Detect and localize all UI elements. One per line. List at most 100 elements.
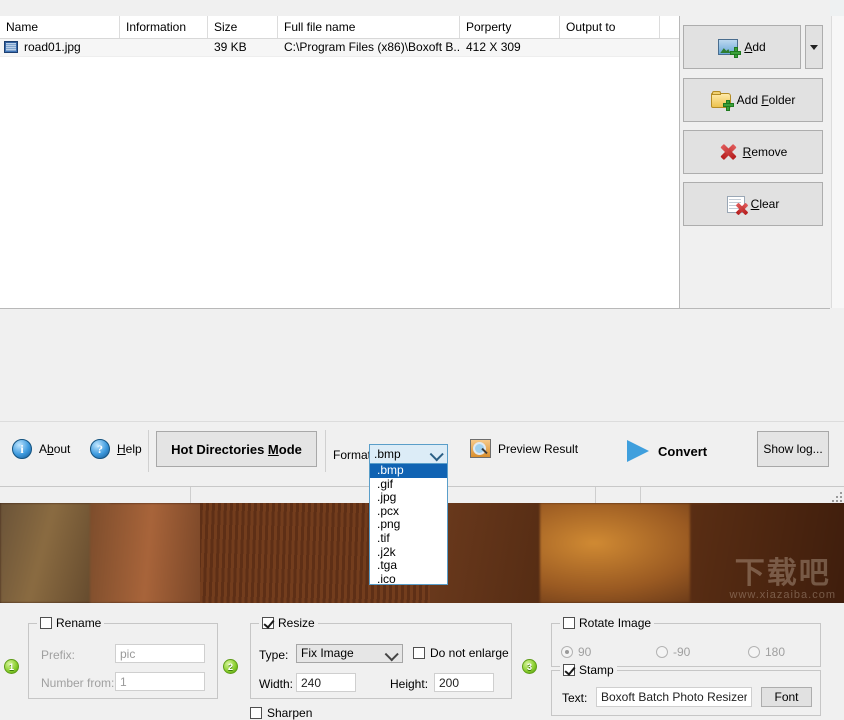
remove-x-icon	[719, 144, 737, 160]
stamp-checkbox[interactable]	[563, 664, 575, 676]
add-folder-button[interactable]: Add Folder	[683, 78, 823, 122]
watermark: 下载吧 www.xiazaiba.com	[730, 556, 836, 602]
resize-type-label: Type:	[259, 648, 289, 662]
number-from-input[interactable]	[115, 672, 205, 691]
format-option-gif[interactable]: .gif	[370, 477, 447, 492]
rotate-group-legend[interactable]: Rotate Image	[560, 615, 655, 631]
format-option-bmp[interactable]: .bmp	[370, 463, 447, 478]
column-header-size[interactable]: Size	[208, 16, 278, 38]
sharpen-option[interactable]: Sharpen	[250, 706, 312, 720]
show-log-button[interactable]: Show log...	[757, 431, 829, 467]
table-row[interactable]: road01.jpg 39 KB C:\Program Files (x86)\…	[0, 39, 679, 57]
stamp-label: Stamp	[579, 663, 614, 677]
resize-checkbox[interactable]	[262, 617, 274, 629]
do-not-enlarge-option[interactable]: Do not enlarge	[413, 646, 509, 660]
cell-information	[120, 39, 208, 56]
window-scrollbar-vertical[interactable]	[831, 16, 844, 308]
do-not-enlarge-checkbox[interactable]	[413, 647, 425, 659]
stamp-group-legend[interactable]: Stamp	[560, 662, 617, 678]
add-folder-button-label: Add Folder	[736, 93, 796, 107]
rotate-180-label: 180	[765, 645, 786, 659]
add-image-icon	[718, 39, 742, 58]
about-button[interactable]: i About	[12, 439, 70, 459]
format-option-tga[interactable]: .tga	[370, 559, 447, 573]
format-option-jpg[interactable]: .jpg	[370, 491, 447, 505]
rotate-90-radio[interactable]	[561, 646, 573, 658]
resize-grip-icon[interactable]	[832, 492, 842, 502]
format-option-pcx[interactable]: .pcx	[370, 504, 447, 519]
resize-label: Resize	[278, 616, 315, 630]
rotate-minus90-label: -90	[673, 645, 691, 659]
column-header-full-file-name[interactable]: Full file name	[278, 16, 460, 38]
format-option-tif[interactable]: .tif	[370, 531, 447, 546]
number-from-label: Number from:	[41, 676, 115, 690]
status-segment-3	[595, 487, 641, 503]
rotate-option-minus90[interactable]: -90	[656, 645, 690, 659]
do-not-enlarge-label: Do not enlarge	[430, 646, 509, 660]
sharpen-checkbox[interactable]	[250, 707, 262, 719]
resize-group-legend[interactable]: Resize	[259, 615, 318, 631]
preview-result-button[interactable]: Preview Result	[470, 439, 578, 458]
clear-button-label: Clear	[750, 197, 780, 211]
height-input[interactable]	[434, 673, 494, 692]
folder-add-icon	[710, 90, 734, 111]
toolbar-divider-2	[325, 430, 326, 472]
convert-label: Convert	[658, 443, 708, 459]
column-header-porperty[interactable]: Porperty	[460, 16, 560, 38]
stamp-text-input[interactable]	[596, 687, 752, 707]
resize-type-select[interactable]: Fix Image	[296, 644, 403, 663]
width-input[interactable]	[296, 673, 356, 692]
add-button[interactable]: Add	[683, 25, 801, 69]
help-button[interactable]: ? Help	[90, 439, 142, 459]
watermark-chinese: 下载吧	[734, 556, 831, 591]
rotate-option-90[interactable]: 90	[561, 645, 591, 659]
image-file-icon	[4, 41, 18, 53]
clear-button[interactable]: Clear	[683, 182, 823, 226]
hot-directories-mode-label: Hot Directories Mode	[171, 441, 302, 457]
cell-size: 39 KB	[214, 40, 247, 54]
rotate-180-radio[interactable]	[748, 646, 760, 658]
rotate-image-checkbox[interactable]	[563, 617, 575, 629]
column-header-output-to[interactable]: Output to	[560, 16, 660, 38]
cell-porperty: 412 X 309	[466, 40, 521, 54]
show-log-label: Show log...	[763, 442, 823, 456]
cell-full-file-name: C:\Program Files (x86)\Boxoft B...	[284, 40, 460, 54]
step-badge-3: 3	[522, 659, 537, 674]
format-combobox[interactable]: .bmp	[369, 444, 448, 464]
font-button[interactable]: Font	[761, 687, 812, 707]
status-segment-1	[0, 487, 191, 503]
add-dropdown-button[interactable]	[805, 25, 823, 69]
file-list[interactable]: Name Information Size Full file name Por…	[0, 16, 680, 309]
stamp-text-label: Text:	[562, 691, 588, 705]
rotate-minus90-radio[interactable]	[656, 646, 668, 658]
column-header-filler	[660, 16, 679, 38]
sharpen-label: Sharpen	[267, 706, 313, 720]
about-label: About	[39, 442, 71, 456]
step-badge-1: 1	[4, 659, 19, 674]
column-header-information[interactable]: Information	[120, 16, 208, 38]
format-dropdown-list[interactable]: .bmp .gif .jpg .pcx .png .tif .j2k .tga .ico	[369, 463, 448, 585]
format-option-png[interactable]: .png	[370, 518, 447, 532]
play-triangle-icon	[627, 440, 649, 462]
question-icon: ?	[90, 439, 110, 459]
width-label: Width:	[259, 677, 294, 691]
remove-button[interactable]: Remove	[683, 130, 823, 174]
height-label: Height:	[390, 677, 429, 691]
top-strip-right	[830, 0, 844, 16]
rename-checkbox[interactable]	[40, 617, 52, 629]
help-label: Help	[117, 442, 142, 456]
format-option-j2k[interactable]: .j2k	[370, 545, 447, 560]
stamp-group: Stamp Text: Font	[551, 662, 821, 716]
convert-button[interactable]: Convert	[627, 440, 707, 462]
format-option-ico[interactable]: .ico	[370, 572, 447, 587]
preview-result-label: Preview Result	[498, 441, 579, 456]
rename-group-legend[interactable]: Rename	[37, 615, 105, 631]
hot-directories-mode-button[interactable]: Hot Directories Mode	[156, 431, 317, 467]
prefix-input[interactable]	[115, 644, 205, 663]
rotate-option-180[interactable]: 180	[748, 645, 785, 659]
rotate-group: Rotate Image 90 -90 180	[551, 615, 821, 667]
column-header-name[interactable]: Name	[0, 16, 120, 38]
add-button-label: Add	[744, 40, 766, 54]
rotate-90-label: 90	[578, 645, 592, 659]
remove-button-label: Remove	[742, 145, 788, 159]
